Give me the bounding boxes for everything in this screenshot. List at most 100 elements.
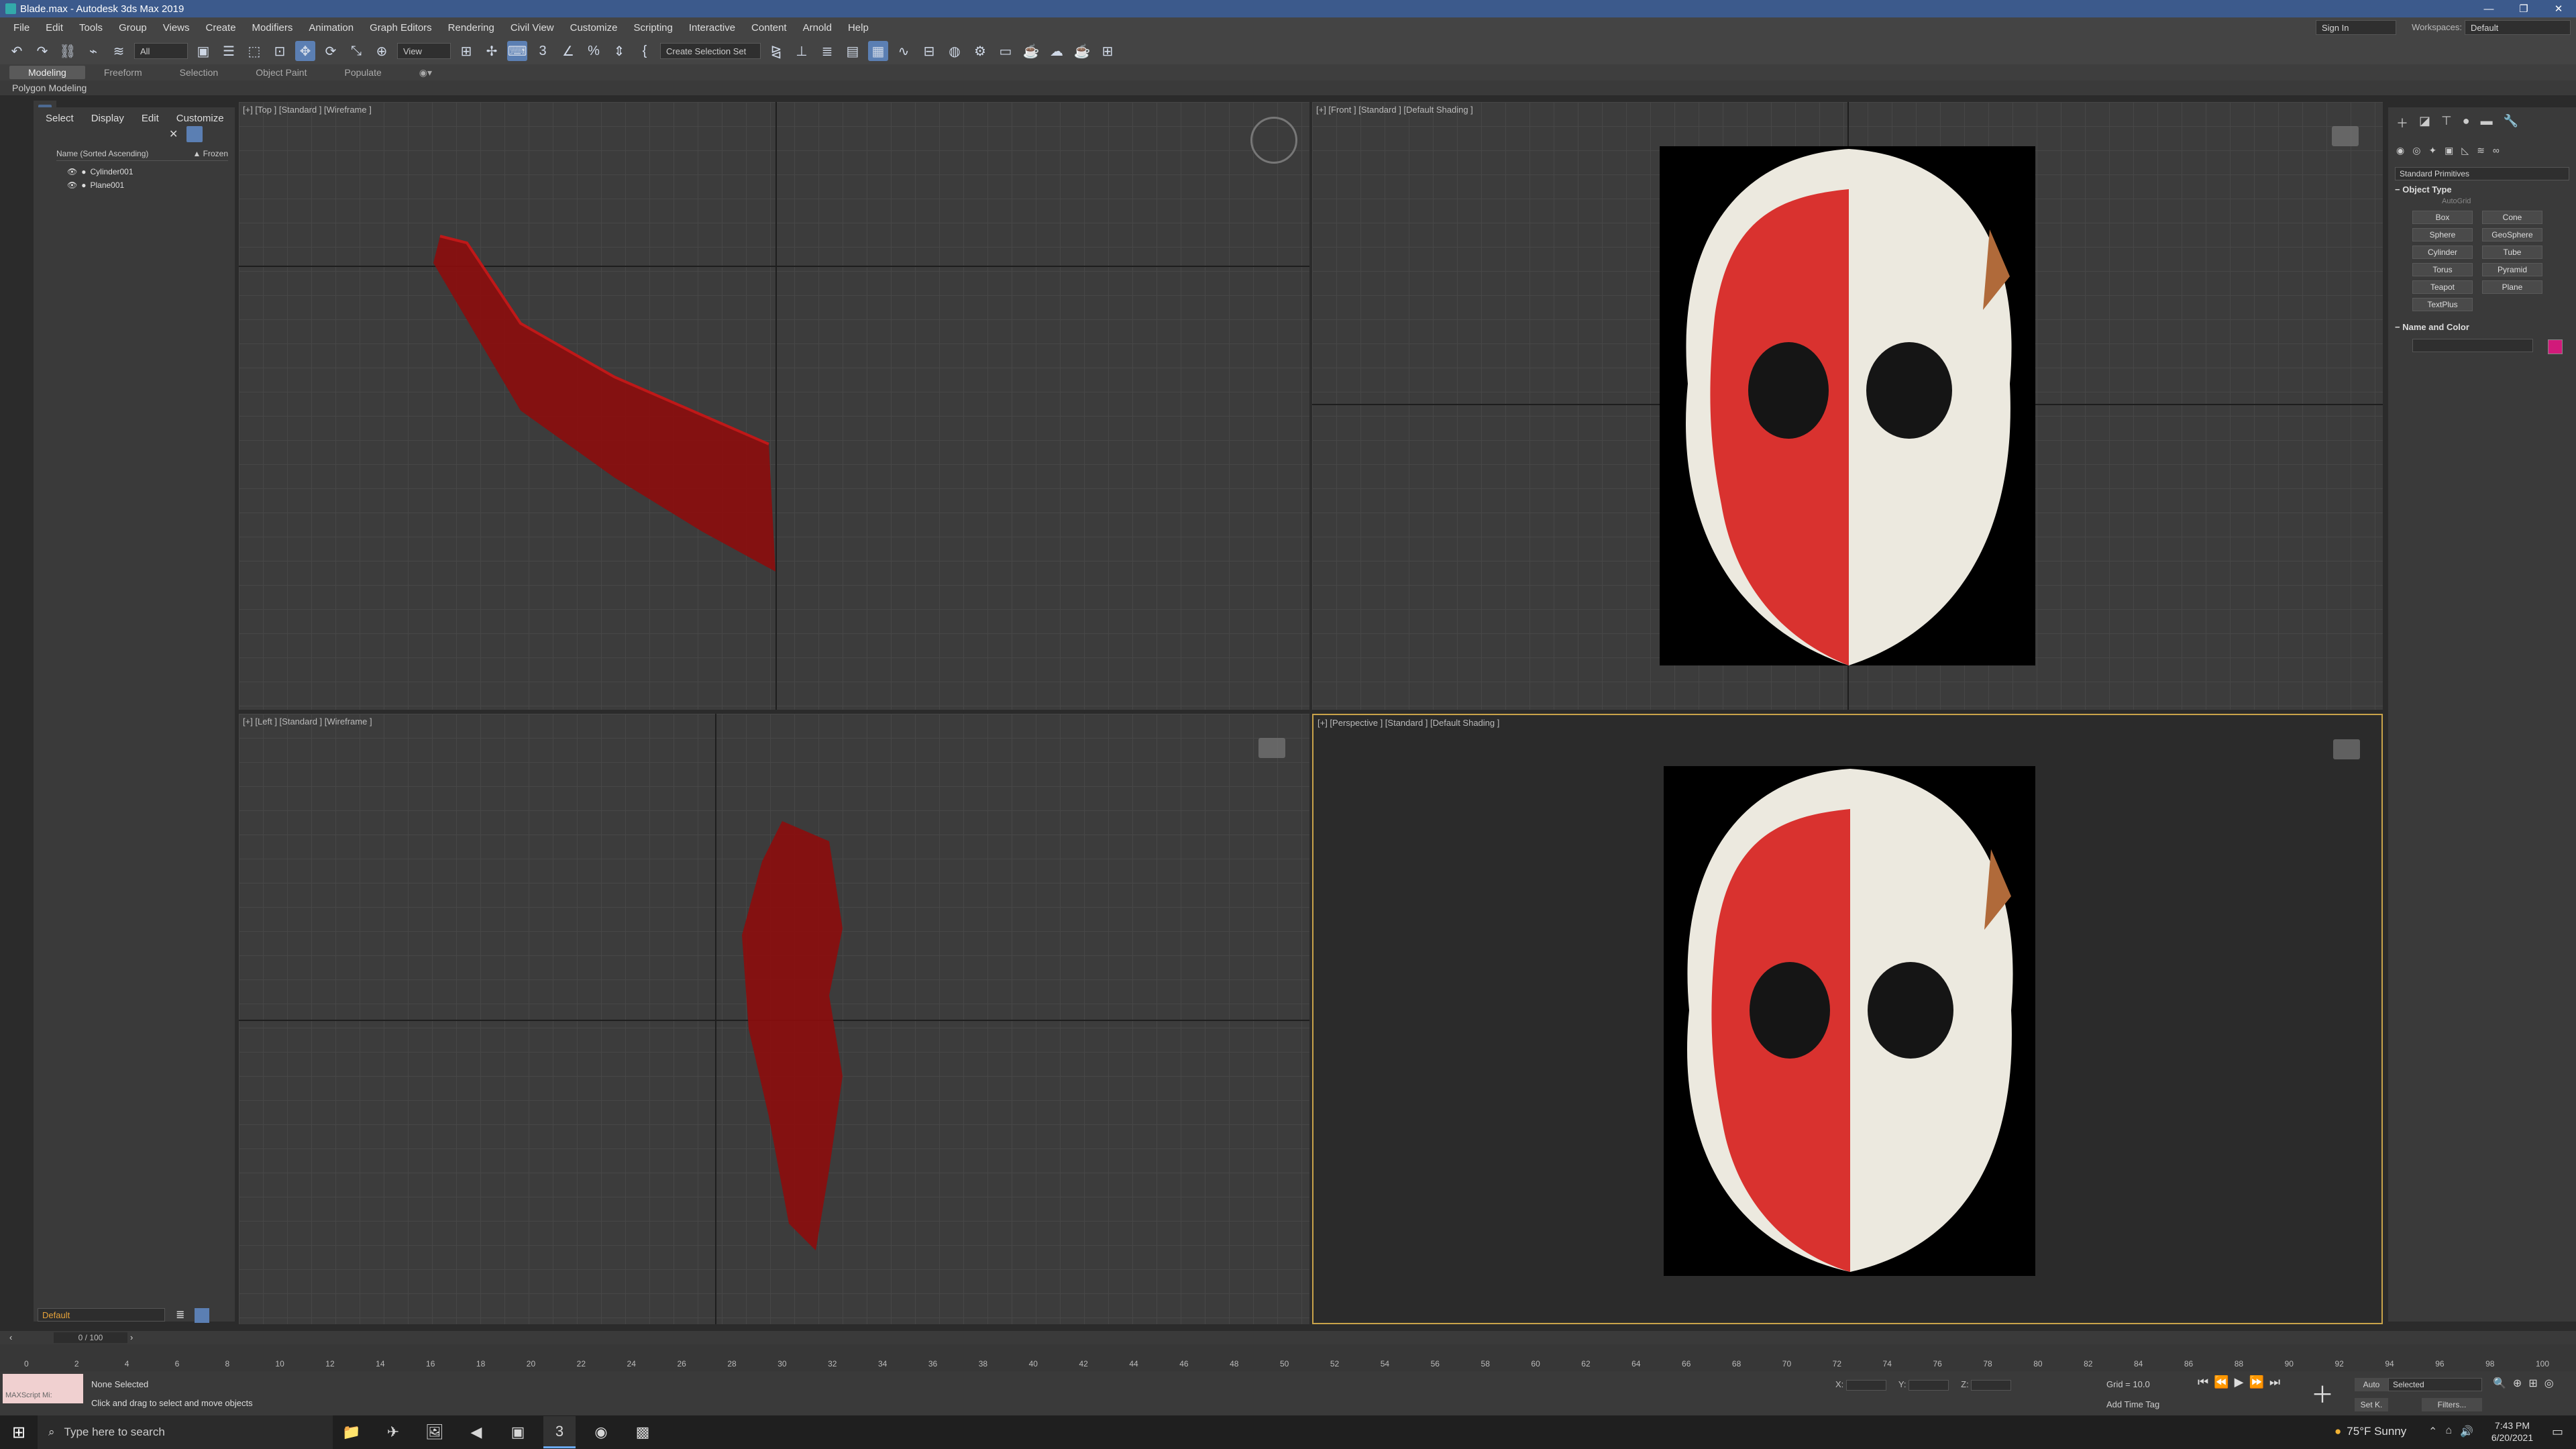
viewport-front[interactable]: [+] [Front ] [Standard ] [Default Shadin… <box>1312 102 2383 710</box>
visibility-eye-icon[interactable]: 👁 <box>67 167 77 176</box>
selection-filter-dropdown[interactable]: All <box>134 43 188 59</box>
scene-tab-customize[interactable]: Customize <box>176 113 224 124</box>
maximize-button[interactable]: ❐ <box>2506 0 2541 17</box>
menu-create[interactable]: Create <box>198 22 244 34</box>
utilities-tab-icon[interactable]: 🔧 <box>2504 114 2518 131</box>
menu-views[interactable]: Views <box>155 22 198 34</box>
menu-customize[interactable]: Customize <box>562 22 626 34</box>
object-type-rollout[interactable]: − Object Type <box>2395 184 2569 195</box>
toggle-scene-explorer-icon[interactable] <box>195 1308 209 1323</box>
unlink-icon[interactable]: ⌁ <box>83 41 103 61</box>
filter-toggle-icon[interactable] <box>186 126 203 142</box>
motion-tab-icon[interactable]: ● <box>2463 114 2470 131</box>
current-layer-dropdown[interactable]: Default <box>38 1308 165 1322</box>
pyramid-button[interactable]: Pyramid <box>2482 263 2542 276</box>
redo-icon[interactable]: ↷ <box>32 41 52 61</box>
named-selection-set-dropdown[interactable]: Create Selection Set <box>660 43 761 59</box>
create-tab-icon[interactable]: ＋ <box>2396 114 2408 131</box>
curve-editor-icon[interactable]: ∿ <box>894 41 914 61</box>
select-and-place-icon[interactable]: ⊕ <box>372 41 392 61</box>
zoom-icon[interactable]: 🔍 <box>2493 1377 2506 1390</box>
menu-tools[interactable]: Tools <box>71 22 111 34</box>
network-icon[interactable]: ⌂ <box>2445 1425 2452 1438</box>
menu-file[interactable]: File <box>5 22 38 34</box>
windows-start-icon[interactable]: ⊞ <box>0 1415 38 1449</box>
render-production-icon[interactable]: ☕ <box>1021 41 1041 61</box>
scene-item-cylinder[interactable]: 👁 ● Cylinder001 <box>67 165 133 178</box>
app-icon[interactable]: ✈ <box>377 1416 409 1448</box>
shapes-icon[interactable]: ◎ <box>2412 145 2420 156</box>
minimize-button[interactable]: — <box>2471 0 2506 17</box>
box-button[interactable]: Box <box>2412 211 2473 224</box>
ribbon-tab-modeling[interactable]: Modeling <box>9 66 85 79</box>
textplus-button[interactable]: TextPlus <box>2412 298 2473 311</box>
menu-animation[interactable]: Animation <box>301 22 362 34</box>
layer-manager-icon[interactable]: ≣ <box>176 1308 184 1322</box>
notifications-icon[interactable]: ▭ <box>2552 1425 2563 1439</box>
scene-item-plane[interactable]: 👁 ● Plane001 <box>67 178 124 192</box>
menu-help[interactable]: Help <box>840 22 877 34</box>
menu-group[interactable]: Group <box>111 22 155 34</box>
file-explorer-icon[interactable]: 📁 <box>335 1416 368 1448</box>
previous-key-icon[interactable]: ⏪ <box>2214 1375 2229 1389</box>
visibility-eye-icon[interactable]: 👁 <box>67 180 77 190</box>
spinner-snap-icon[interactable]: ⇕ <box>609 41 629 61</box>
ribbon-options-icon[interactable]: ◉▾ <box>400 66 451 80</box>
chrome-icon[interactable]: ◉ <box>585 1416 617 1448</box>
y-field[interactable] <box>1909 1379 1949 1391</box>
z-field[interactable] <box>1971 1379 2012 1391</box>
close-button[interactable]: ✕ <box>2541 0 2576 17</box>
teapot-button[interactable]: Teapot <box>2412 280 2473 294</box>
volume-icon[interactable]: 🔊 <box>2460 1425 2473 1438</box>
lights-icon[interactable]: ✦ <box>2428 145 2436 156</box>
autogrid-checkbox[interactable]: AutoGrid <box>2442 197 2576 205</box>
mirror-icon[interactable]: ⧎ <box>766 41 786 61</box>
previous-frame-icon[interactable]: ‹ <box>9 1332 12 1342</box>
bind-space-warp-icon[interactable]: ≋ <box>109 41 129 61</box>
system-clock[interactable]: 7:43 PM 6/20/2021 <box>2482 1419 2542 1444</box>
name-and-color-rollout[interactable]: − Name and Color <box>2395 322 2569 332</box>
frame-counter[interactable]: 0 / 100 <box>54 1332 127 1343</box>
auto-key-button[interactable]: Auto <box>2355 1378 2388 1391</box>
link-icon[interactable]: ⛓ <box>58 41 78 61</box>
layer-explorer-icon[interactable]: ≣ <box>817 41 837 61</box>
cylinder-button[interactable]: Cylinder <box>2412 246 2473 259</box>
workspaces-dropdown[interactable]: Default <box>2465 20 2571 35</box>
toggle-ribbon-icon[interactable]: ▤ <box>843 41 863 61</box>
keyboard-shortcut-override-icon[interactable]: ⌨ <box>507 41 527 61</box>
modify-tab-icon[interactable]: ◪ <box>2419 114 2430 131</box>
scene-tab-display[interactable]: Display <box>91 113 124 124</box>
clear-search-icon[interactable]: ✕ <box>169 127 178 141</box>
menu-rendering[interactable]: Rendering <box>440 22 502 34</box>
menu-scripting[interactable]: Scripting <box>625 22 680 34</box>
ribbon-tab-selection[interactable]: Selection <box>161 66 237 79</box>
cameras-icon[interactable]: ▣ <box>2445 145 2453 156</box>
torus-button[interactable]: Torus <box>2412 263 2473 276</box>
zoom-all-icon[interactable]: ⊕ <box>2513 1377 2522 1390</box>
viewport-top[interactable]: [+] [Top ] [Standard ] [Wireframe ] <box>239 102 1309 710</box>
align-icon[interactable]: ⊥ <box>792 41 812 61</box>
menu-interactive[interactable]: Interactive <box>681 22 743 34</box>
select-and-rotate-icon[interactable]: ⟳ <box>321 41 341 61</box>
weather-widget[interactable]: ● 75°F Sunny <box>2334 1425 2406 1438</box>
schematic-view-icon[interactable]: ⊟ <box>919 41 939 61</box>
select-object-icon[interactable]: ▣ <box>193 41 213 61</box>
ribbon-tab-freeform[interactable]: Freeform <box>85 66 161 79</box>
zoom-extents-icon[interactable]: ⊞ <box>2528 1377 2537 1390</box>
undo-icon[interactable]: ↶ <box>7 41 27 61</box>
menu-graph-editors[interactable]: Graph Editors <box>362 22 440 34</box>
hierarchy-tab-icon[interactable]: ⊤ <box>2441 114 2452 131</box>
percent-snap-icon[interactable]: % <box>584 41 604 61</box>
rendered-frame-window-icon[interactable]: ▭ <box>996 41 1016 61</box>
play-icon[interactable]: ▶ <box>2235 1375 2244 1389</box>
ribbon-tab-populate[interactable]: Populate <box>325 66 400 79</box>
select-by-name-icon[interactable]: ☰ <box>219 41 239 61</box>
render-tools-icon[interactable]: ⊞ <box>1097 41 1118 61</box>
material-editor-icon[interactable]: ◍ <box>945 41 965 61</box>
space-warps-icon[interactable]: ≋ <box>2477 145 2485 156</box>
manipulate-icon[interactable]: ✢ <box>482 41 502 61</box>
menu-edit[interactable]: Edit <box>38 22 71 34</box>
orbit-icon[interactable]: ◎ <box>2544 1377 2554 1390</box>
helpers-icon[interactable]: ◺ <box>2461 145 2469 156</box>
window-crossing-icon[interactable]: ⊡ <box>270 41 290 61</box>
